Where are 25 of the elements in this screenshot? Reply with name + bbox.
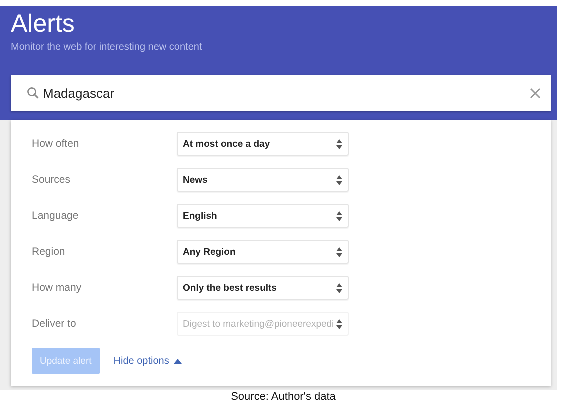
option-dropdown[interactable]: At most once a day bbox=[177, 132, 349, 156]
option-label: Language bbox=[32, 210, 80, 222]
caption: Source: Author's data bbox=[230, 391, 337, 403]
up-down-arrows-icon bbox=[336, 210, 343, 222]
page-title: Alerts bbox=[11, 10, 76, 38]
close-icon[interactable] bbox=[530, 88, 541, 98]
up-down-arrows-icon bbox=[336, 174, 343, 186]
hide-options-link[interactable]: Hide options bbox=[114, 356, 182, 366]
option-dropdown[interactable]: English bbox=[177, 204, 349, 228]
option-label: Sources bbox=[32, 174, 72, 186]
option-label: How often bbox=[32, 138, 80, 150]
caret-icon bbox=[174, 358, 182, 364]
search-icon bbox=[27, 87, 39, 99]
option-label: Deliver to bbox=[32, 318, 78, 330]
option-dropdown[interactable]: Only the best results bbox=[177, 276, 349, 300]
option-label: How many bbox=[32, 282, 83, 294]
option-label: Region bbox=[32, 246, 66, 258]
option-dropdown[interactable]: Any Region bbox=[177, 240, 349, 264]
search-field[interactable]: Madagascar bbox=[11, 75, 551, 111]
up-down-arrows-icon bbox=[336, 282, 343, 294]
up-down-arrows-icon bbox=[336, 138, 343, 150]
up-down-arrows-icon bbox=[336, 318, 343, 330]
up-down-arrows-icon bbox=[336, 246, 343, 258]
option-dropdown[interactable]: News bbox=[177, 168, 349, 192]
page-subtitle: Monitor the web for interesting new content bbox=[11, 42, 204, 53]
